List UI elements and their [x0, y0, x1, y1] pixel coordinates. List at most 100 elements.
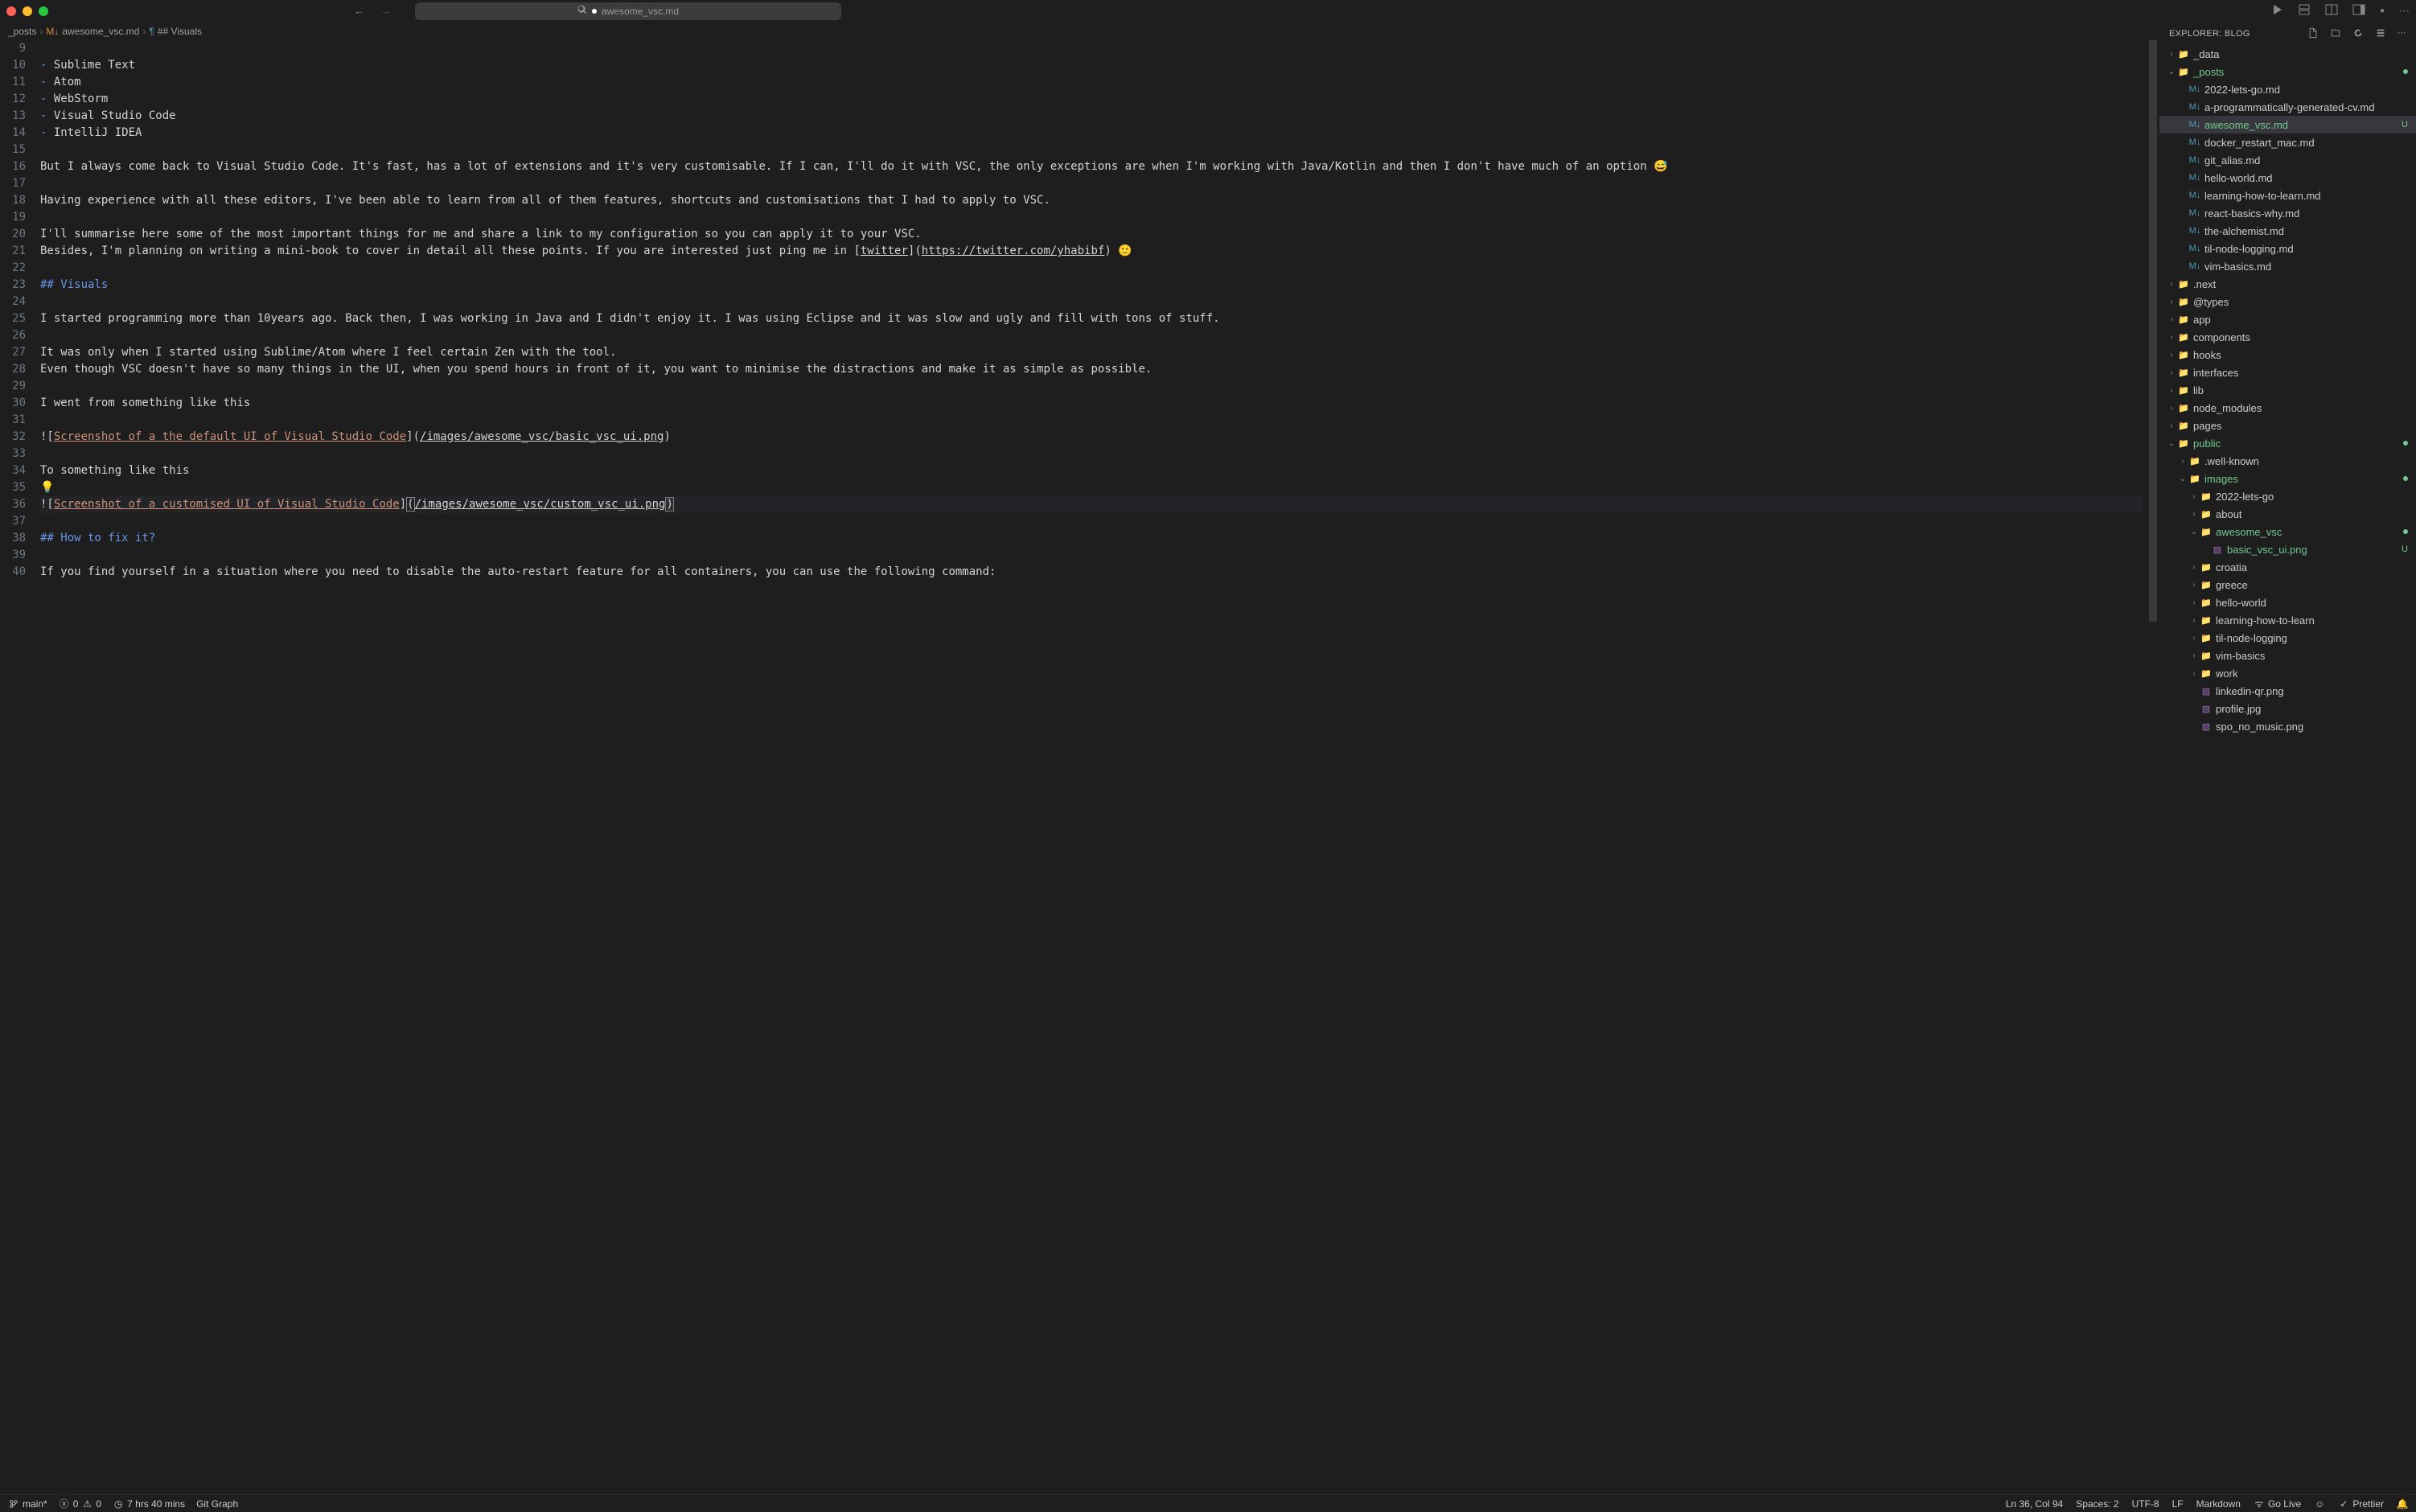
twisty-icon[interactable]: ⌄ [2166, 68, 2177, 76]
line-number[interactable]: 11 [0, 74, 26, 91]
twisty-icon[interactable]: › [2188, 651, 2200, 660]
collapse-all-icon[interactable] [2375, 27, 2386, 41]
code-line[interactable]: Even though VSC doesn't have so many thi… [40, 361, 2143, 378]
folder-item[interactable]: ›📁interfaces [2159, 364, 2416, 381]
encoding[interactable]: UTF-8 [2132, 1498, 2159, 1510]
line-number[interactable]: 13 [0, 108, 26, 125]
twisty-icon[interactable]: › [2166, 351, 2177, 360]
code-line[interactable] [40, 142, 2143, 158]
folder-item[interactable]: ⌄📁images [2159, 470, 2416, 487]
folder-item[interactable]: ›📁.next [2159, 275, 2416, 293]
line-number[interactable]: 38 [0, 530, 26, 547]
code-line[interactable]: ## Visuals [40, 277, 2143, 294]
folder-item[interactable]: ›📁@types [2159, 293, 2416, 310]
line-number[interactable]: 14 [0, 125, 26, 142]
line-number[interactable]: 10 [0, 57, 26, 74]
twisty-icon[interactable]: › [2188, 510, 2200, 519]
twisty-icon[interactable]: › [2166, 298, 2177, 306]
close-window-button[interactable] [6, 6, 16, 16]
time-tracking[interactable]: ◷ 7 hrs 40 mins [113, 1498, 185, 1510]
code-line[interactable]: - IntelliJ IDEA [40, 125, 2143, 142]
folder-item[interactable]: ›📁2022-lets-go [2159, 487, 2416, 505]
line-number-gutter[interactable]: 9101112131415161718192021222324252627282… [0, 40, 40, 1494]
file-item[interactable]: ▧basic_vsc_ui.pngU [2159, 540, 2416, 558]
file-item[interactable]: M↓react-basics-why.md [2159, 204, 2416, 222]
file-item[interactable]: ▧profile.jpg [2159, 700, 2416, 717]
twisty-icon[interactable]: › [2166, 50, 2177, 59]
code-line[interactable]: Having experience with all these editors… [40, 192, 2143, 209]
refresh-icon[interactable] [2352, 27, 2364, 41]
line-number[interactable]: 23 [0, 277, 26, 294]
folder-item[interactable]: ›📁learning-how-to-learn [2159, 611, 2416, 629]
twisty-icon[interactable]: › [2166, 404, 2177, 413]
file-item[interactable]: ▧spo_no_music.png [2159, 717, 2416, 735]
twisty-icon[interactable]: › [2188, 616, 2200, 625]
folder-item[interactable]: ⌄📁_posts [2159, 63, 2416, 80]
file-item[interactable]: M↓the-alchemist.md [2159, 222, 2416, 240]
file-item[interactable]: ▧linkedin-qr.png [2159, 682, 2416, 700]
code-line[interactable]: 💡 [40, 479, 2143, 496]
text-editor[interactable]: 9101112131415161718192021222324252627282… [0, 40, 2159, 1494]
code-line[interactable] [40, 412, 2143, 429]
nav-back-button[interactable]: ← [354, 5, 364, 17]
cursor-position[interactable]: Ln 36, Col 94 [2006, 1498, 2063, 1510]
minimize-window-button[interactable] [23, 6, 32, 16]
new-folder-icon[interactable] [2330, 27, 2341, 41]
folder-item[interactable]: ›📁croatia [2159, 558, 2416, 576]
code-line[interactable] [40, 260, 2143, 277]
play-icon[interactable] [2270, 3, 2283, 18]
layout-icon[interactable] [2325, 3, 2338, 18]
maximize-window-button[interactable] [39, 6, 48, 16]
folder-item[interactable]: ›📁pages [2159, 417, 2416, 434]
prettier-button[interactable]: ✓ Prettier [2338, 1498, 2384, 1510]
line-number[interactable]: 25 [0, 310, 26, 327]
line-number[interactable]: 12 [0, 91, 26, 108]
twisty-icon[interactable]: › [2188, 669, 2200, 678]
line-number[interactable]: 36 [0, 496, 26, 513]
code-content[interactable]: - Sublime Text- Atom- WebStorm- Visual S… [40, 40, 2159, 1494]
git-branch[interactable]: main* [8, 1498, 47, 1510]
twisty-icon[interactable]: › [2177, 457, 2188, 466]
line-number[interactable]: 29 [0, 378, 26, 395]
eol[interactable]: LF [2172, 1498, 2184, 1510]
line-number[interactable]: 28 [0, 361, 26, 378]
line-number[interactable]: 33 [0, 446, 26, 462]
code-line[interactable] [40, 547, 2143, 564]
line-number[interactable]: 20 [0, 226, 26, 243]
new-file-icon[interactable] [2307, 27, 2319, 41]
twisty-icon[interactable]: › [2166, 368, 2177, 377]
code-line[interactable]: I started programming more than 10years … [40, 310, 2143, 327]
file-item[interactable]: M↓git_alias.md [2159, 151, 2416, 169]
line-number[interactable]: 34 [0, 462, 26, 479]
line-number[interactable]: 35 [0, 479, 26, 496]
breadcrumb-file[interactable]: awesome_vsc.md [62, 26, 139, 37]
indentation[interactable]: Spaces: 2 [2076, 1498, 2118, 1510]
code-line[interactable]: I went from something like this [40, 395, 2143, 412]
twisty-icon[interactable]: ⌄ [2188, 528, 2200, 536]
go-live-button[interactable]: ᯤ Go Live [2254, 1498, 2301, 1510]
folder-item[interactable]: ›📁lib [2159, 381, 2416, 399]
code-line[interactable]: I'll summarise here some of the most imp… [40, 226, 2143, 243]
folder-item[interactable]: ›📁_data [2159, 45, 2416, 63]
folder-item[interactable]: ›📁hello-world [2159, 594, 2416, 611]
folder-item[interactable]: ⌄📁public [2159, 434, 2416, 452]
line-number[interactable]: 22 [0, 260, 26, 277]
twisty-icon[interactable]: ⌄ [2166, 439, 2177, 448]
file-item[interactable]: M↓vim-basics.md [2159, 257, 2416, 275]
line-number[interactable]: 27 [0, 344, 26, 361]
folder-item[interactable]: ›📁app [2159, 310, 2416, 328]
twisty-icon[interactable]: › [2166, 386, 2177, 395]
code-line[interactable]: It was only when I started using Sublime… [40, 344, 2143, 361]
code-line[interactable]: - Sublime Text [40, 57, 2143, 74]
folder-item[interactable]: ›📁work [2159, 664, 2416, 682]
code-line[interactable]: - WebStorm [40, 91, 2143, 108]
code-line[interactable]: ![Screenshot of a customised UI of Visua… [40, 496, 2143, 513]
code-line[interactable] [40, 40, 2143, 57]
twisty-icon[interactable]: › [2188, 492, 2200, 501]
line-number[interactable]: 37 [0, 513, 26, 530]
folder-item[interactable]: ›📁greece [2159, 576, 2416, 594]
line-number[interactable]: 17 [0, 175, 26, 192]
file-item[interactable]: M↓learning-how-to-learn.md [2159, 187, 2416, 204]
code-line[interactable]: - Atom [40, 74, 2143, 91]
file-item[interactable]: M↓hello-world.md [2159, 169, 2416, 187]
